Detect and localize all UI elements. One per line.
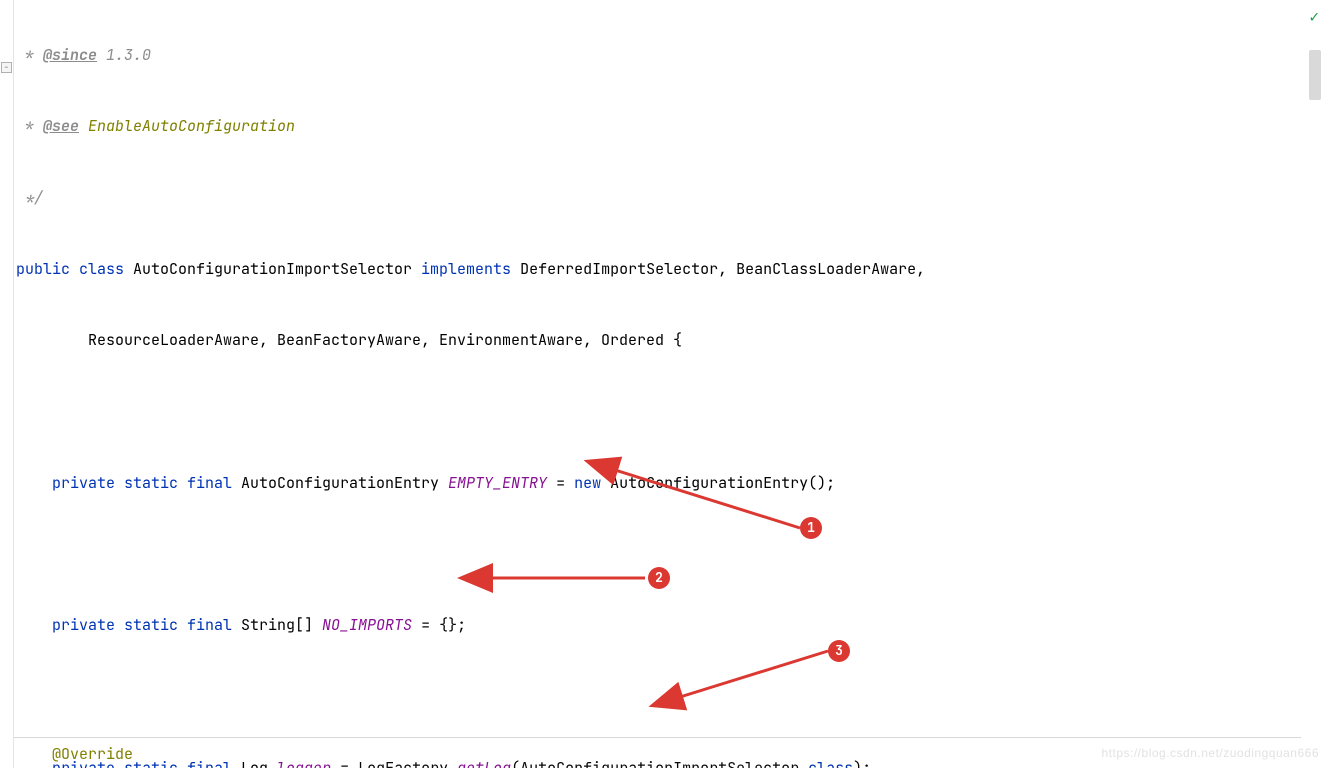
code-line: private static final String[] NO_IMPORTS… [14,610,1301,641]
code-line [14,396,1301,427]
inspection-ok-icon[interactable]: ✓ [1309,6,1319,27]
separator-line [14,737,1301,738]
code-line [14,681,1301,712]
code-line: public class AutoConfigurationImportSele… [14,254,1301,285]
editor-gutter: − [0,0,14,768]
code-line [14,539,1301,570]
code-line: private static final AutoConfigurationEn… [14,468,1301,499]
partial-line: @Override [52,744,133,764]
fold-handle-icon[interactable]: − [1,62,12,73]
code-line: ResourceLoaderAware, BeanFactoryAware, E… [14,325,1301,356]
code-editor[interactable]: * @since 1.3.0 * @see EnableAutoConfigur… [14,0,1301,768]
code-line: */ [14,183,1301,214]
watermark-text: https://blog.csdn.net/zuodingquan666 [1102,746,1320,760]
code-line: * @see EnableAutoConfiguration [14,111,1301,142]
vertical-scrollbar[interactable] [1309,50,1321,100]
code-line: * @since 1.3.0 [14,40,1301,71]
